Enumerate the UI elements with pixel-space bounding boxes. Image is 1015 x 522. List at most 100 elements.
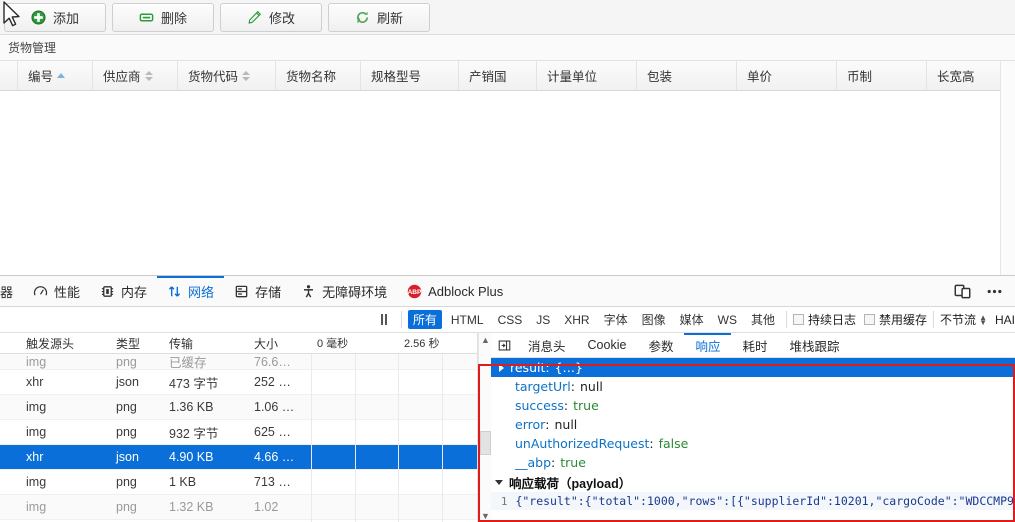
grid-column-currency[interactable]: 币制 <box>837 61 927 90</box>
expand-triangle-icon[interactable] <box>499 363 504 372</box>
row-source: xhr <box>26 450 44 464</box>
filter-chip-font[interactable]: 字体 <box>599 310 633 329</box>
filter-chip-css[interactable]: CSS <box>493 312 528 328</box>
table-row[interactable]: img png 1.32 KB 1.02 <box>0 495 477 520</box>
network-list-scrollbar[interactable]: ▲ ▼ <box>478 333 491 522</box>
row-transfer: 1.36 KB <box>169 400 214 414</box>
network-col-transfer[interactable]: 传输 <box>161 335 246 352</box>
disable-cache-label: 禁用缓存 <box>879 313 928 327</box>
devtools-tab-storage[interactable]: 存储 <box>224 276 291 307</box>
devtools-tab-accessibility[interactable]: 无障碍环境 <box>291 276 397 307</box>
devtools-tab-adblock-plus-label: Adblock Plus <box>428 283 504 299</box>
svg-text:ABP: ABP <box>408 288 422 295</box>
grid-column-packaging[interactable]: 包装 <box>637 61 737 90</box>
divider <box>786 311 788 328</box>
detail-tab-stacktrace[interactable]: 堆栈跟踪 <box>778 333 850 358</box>
edit-button[interactable]: 修改 <box>220 2 322 32</box>
detail-tab-params[interactable]: 参数 <box>637 333 684 358</box>
more-options-button[interactable] <box>983 280 1005 302</box>
throttling-selector[interactable]: 不节流 ▲ ▼ <box>940 311 987 328</box>
application-window: 添加 删除 修改 刷新 货物管理 编号 供应商 货物代码 货物名称 规格型号 产… <box>0 0 1015 275</box>
json-row-targetUrl[interactable]: targetUrl: null <box>491 377 1015 396</box>
grid-column-id-label: 编号 <box>28 70 54 84</box>
row-size: 625 … <box>254 425 291 439</box>
network-col-type[interactable]: 类型 <box>108 335 161 352</box>
payload-line-number: 1 <box>500 494 508 508</box>
detail-tab-timings[interactable]: 耗时 <box>731 333 778 358</box>
network-col-size[interactable]: 大小 <box>246 335 311 352</box>
devtools-tab-network-label: 网络 <box>188 284 215 300</box>
row-transfer: 1.32 KB <box>169 500 214 514</box>
devtools-tab-adblock-plus[interactable]: ABP Adblock Plus <box>397 276 513 307</box>
app-vertical-scrollbar[interactable] <box>1000 61 1015 275</box>
har-button[interactable]: HAI <box>995 313 1015 327</box>
filter-chip-xhr[interactable]: XHR <box>559 312 594 328</box>
filter-chip-media[interactable]: 媒体 <box>675 310 709 329</box>
json-key: result <box>510 360 546 375</box>
grid-column-id[interactable]: 编号 <box>18 61 93 90</box>
grid-column-spec-model[interactable]: 规格型号 <box>361 61 459 90</box>
add-button[interactable]: 添加 <box>4 2 106 32</box>
devtools-tab-network[interactable]: 网络 <box>157 276 224 307</box>
delete-button[interactable]: 删除 <box>112 2 214 32</box>
devtools-tab-memory[interactable]: 内存 <box>90 276 157 307</box>
detail-tab-headers[interactable]: 消息头 <box>517 333 577 358</box>
refresh-button[interactable]: 刷新 <box>328 2 430 32</box>
json-key: __abp <box>515 455 552 470</box>
collapse-triangle-icon[interactable] <box>495 479 503 485</box>
collapse-panel-icon <box>498 340 510 350</box>
filter-chip-all[interactable]: 所有 <box>407 310 442 329</box>
grid-column-cargo-name[interactable]: 货物名称 <box>276 61 361 90</box>
filter-chip-image[interactable]: 图像 <box>637 310 671 329</box>
scrollbar-thumb[interactable] <box>480 431 491 455</box>
table-row[interactable]: xhr json 473 字节 252 … 6 <box>0 370 477 395</box>
divider <box>933 311 935 328</box>
grid-column-origin-country[interactable]: 产销国 <box>459 61 537 90</box>
devtools-panel: 器 性能 内存 网络 存储 无障碍环境 ABP Adblock Plus 所有 … <box>0 275 1015 522</box>
devtools-tab-debugger[interactable]: 器 <box>0 276 23 307</box>
network-col-source[interactable]: 触发源头 <box>18 335 108 352</box>
table-row[interactable]: img png 已缓存 76.6… <box>0 354 477 370</box>
table-row[interactable]: img png 1 KB 713 … <box>0 470 477 495</box>
table-row[interactable]: img png 932 字节 625 … <box>0 420 477 445</box>
detail-tab-cookies[interactable]: Cookie <box>577 333 638 358</box>
grid-column-unit-price[interactable]: 单价 <box>737 61 837 90</box>
json-row-unAuthorizedRequest[interactable]: unAuthorizedRequest: false <box>491 434 1015 453</box>
row-source: img <box>26 425 47 439</box>
collapse-panel-button[interactable] <box>491 339 517 352</box>
json-row-error[interactable]: error: null <box>491 415 1015 434</box>
sort-ascending-icon <box>57 73 66 78</box>
filter-chips: 所有 HTML CSS JS XHR 字体 图像 媒体 WS 其他 <box>407 310 780 329</box>
payload-section-header[interactable]: 响应载荷（payload） <box>491 472 1015 492</box>
row-type: png <box>116 354 137 369</box>
persist-logs-checkbox[interactable]: 持续日志 <box>793 311 856 328</box>
grid-column-dimensions-label: 长宽高 <box>937 70 975 84</box>
filter-chip-js[interactable]: JS <box>531 312 555 328</box>
json-row-success[interactable]: success: true <box>491 396 1015 415</box>
adblock-plus-icon: ABP <box>408 284 422 298</box>
filter-chip-html[interactable]: HTML <box>446 312 489 328</box>
responsive-design-mode-button[interactable] <box>951 280 973 302</box>
breadcrumb-label: 货物管理 <box>8 41 57 55</box>
row-transfer: 4.90 KB <box>169 450 214 464</box>
row-source: img <box>26 475 47 489</box>
filter-chip-other[interactable]: 其他 <box>746 310 780 329</box>
payload-line[interactable]: 1 {"result":{"total":1000,"rows":[{"supp… <box>491 492 1015 510</box>
detail-tab-response[interactable]: 响应 <box>684 333 731 358</box>
json-row-result[interactable]: result: {…} <box>491 358 1015 377</box>
payload-line-code: {"result":{"total":1000,"rows":[{"suppli… <box>515 494 1015 508</box>
app-toolbar: 添加 删除 修改 刷新 <box>0 0 1015 35</box>
json-row-abp[interactable]: __abp: true <box>491 453 1015 472</box>
devtools-tab-memory-label: 内存 <box>121 284 148 300</box>
devtools-tab-performance[interactable]: 性能 <box>23 276 90 307</box>
grid-column-supplier[interactable]: 供应商 <box>93 61 178 90</box>
checkbox-box <box>793 314 805 325</box>
grid-column-cargo-code[interactable]: 货物代码 <box>178 61 276 90</box>
filter-chip-ws[interactable]: WS <box>713 312 742 328</box>
table-row[interactable]: img png 1.36 KB 1.06 … <box>0 395 477 420</box>
disable-cache-checkbox[interactable]: 禁用缓存 <box>864 311 927 328</box>
table-row-selected[interactable]: xhr json 4.90 KB 4.66 … <box>0 445 477 470</box>
grid-column-unit[interactable]: 计量单位 <box>537 61 637 90</box>
row-type: png <box>116 475 137 489</box>
pause-recording-button[interactable] <box>373 314 395 325</box>
